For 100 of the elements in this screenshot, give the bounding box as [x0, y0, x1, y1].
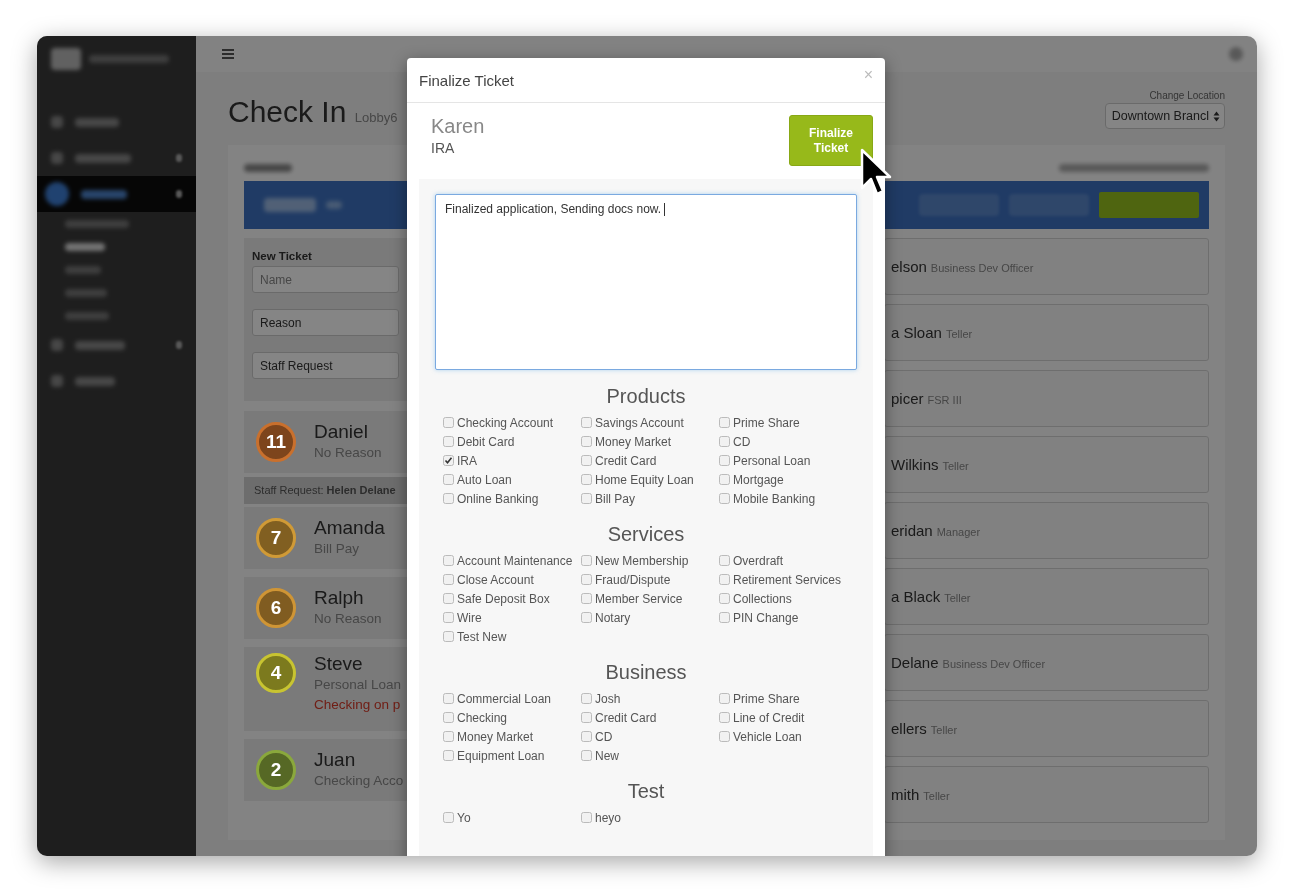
option-checkbox[interactable]: Prime Share — [719, 413, 857, 432]
blurred-text — [65, 311, 109, 320]
section-heading: Business — [604, 661, 688, 684]
staff-card[interactable]: a Sloan Teller — [884, 304, 1209, 361]
option-checkbox[interactable]: Bill Pay — [581, 489, 719, 508]
blurred-text — [65, 288, 107, 297]
chevron-icon — [176, 190, 182, 198]
option-checkbox[interactable]: CD — [719, 432, 857, 451]
blurred-text — [75, 340, 125, 350]
ticket-number: 11 — [256, 422, 296, 462]
ticket-number: 2 — [256, 750, 296, 790]
blurred-icon — [51, 152, 63, 164]
option-checkbox[interactable]: Mobile Banking — [719, 489, 857, 508]
customer-name: Daniel — [314, 421, 369, 443]
menu-icon[interactable] — [222, 49, 234, 59]
option-checkbox[interactable]: Test New — [443, 627, 581, 646]
staff-name: a Black — [891, 588, 941, 605]
option-checkbox[interactable]: Yo — [443, 808, 581, 827]
staff-name: a Sloan — [891, 324, 942, 341]
name-field[interactable]: Name — [252, 266, 399, 293]
blurred-text — [81, 189, 127, 199]
staff-card[interactable]: a Black Teller — [884, 568, 1209, 625]
ticket-note: Checking on p — [314, 696, 402, 714]
option-checkbox[interactable]: Vehicle Loan — [719, 727, 857, 746]
logo-icon — [51, 48, 81, 70]
option-checkbox[interactable]: Collections — [719, 589, 857, 608]
option-checkbox[interactable]: Home Equity Loan — [581, 470, 719, 489]
option-checkbox[interactable]: Overdraft — [719, 551, 857, 570]
staff-name: mith — [891, 786, 920, 803]
option-checkbox[interactable]: Money Market — [443, 727, 581, 746]
staff-role: Teller — [945, 328, 973, 340]
customer-name: Amanda — [314, 517, 385, 539]
option-checkbox[interactable]: Prime Share — [719, 689, 857, 708]
staff-role: Teller — [944, 592, 971, 604]
option-checkbox[interactable]: Fraud/Dispute — [581, 570, 719, 589]
chevron-icon — [176, 341, 182, 349]
blurred-text — [75, 376, 115, 386]
blurred-button[interactable] — [1099, 192, 1199, 218]
user-icon[interactable] — [1229, 47, 1243, 61]
option-checkbox[interactable]: Member Service — [581, 589, 719, 608]
location-select[interactable]: Downtown Brancl — [1104, 103, 1225, 129]
staff-card[interactable]: mith Teller — [884, 766, 1209, 823]
blurred-text — [65, 242, 105, 251]
chevron-icon — [176, 154, 182, 162]
option-checkbox[interactable]: CD — [581, 727, 719, 746]
option-checkbox[interactable]: Online Banking — [443, 489, 581, 508]
option-checkbox[interactable]: Account Maintenance — [443, 551, 581, 570]
option-checkbox[interactable]: Money Market — [581, 432, 719, 451]
notes-field[interactable]: Finalized application, Sending docs now. — [435, 194, 857, 370]
customer-name: Juan — [314, 749, 357, 771]
option-checkbox[interactable]: Auto Loan — [443, 470, 581, 489]
option-checkbox[interactable]: Credit Card — [581, 708, 719, 727]
blurred-icon — [45, 182, 69, 206]
ticket-product: IRA — [431, 140, 456, 156]
staff-role: Teller — [923, 790, 950, 802]
staff-name: Wilkins — [891, 456, 939, 473]
sidebar-item[interactable] — [37, 176, 196, 212]
option-checkbox[interactable]: Commercial Loan — [443, 689, 581, 708]
blurred-icon — [51, 339, 63, 351]
staff-name: picer — [891, 390, 924, 407]
option-checkbox[interactable]: Debit Card — [443, 432, 581, 451]
select-field[interactable]: Staff Request — [252, 352, 399, 379]
option-checkbox[interactable]: Equipment Loan — [443, 746, 581, 765]
sort-icon — [1213, 110, 1220, 122]
option-checkbox[interactable]: New — [581, 746, 719, 765]
option-checkbox[interactable]: Josh — [581, 689, 719, 708]
ticket-number: 4 — [256, 653, 296, 693]
option-checkbox[interactable]: Checking Account — [443, 413, 581, 432]
option-checkbox[interactable]: Wire — [443, 608, 581, 627]
select-field[interactable]: Reason — [252, 309, 399, 336]
staff-role: Business Dev Officer — [930, 262, 1034, 274]
option-checkbox[interactable]: New Membership — [581, 551, 719, 570]
option-checkbox[interactable]: heyo — [581, 808, 719, 827]
option-checkbox[interactable]: Retirement Services — [719, 570, 857, 589]
option-checkbox[interactable]: Mortgage — [719, 470, 857, 489]
dialog-title: Finalize Ticket — [419, 71, 515, 89]
option-checkbox[interactable]: Notary — [581, 608, 719, 627]
option-checkbox[interactable]: Personal Loan — [719, 451, 857, 470]
option-checkbox[interactable]: Close Account — [443, 570, 581, 589]
staff-card[interactable]: elson Business Dev Officer — [884, 238, 1209, 295]
staff-name: elson — [891, 258, 927, 275]
option-checkbox[interactable]: IRA — [443, 451, 581, 470]
staff-name: ellers — [891, 720, 927, 737]
option-checkbox[interactable]: Line of Credit — [719, 708, 857, 727]
staff-name: eridan — [891, 522, 933, 539]
blurred-text — [65, 219, 129, 228]
option-checkbox[interactable]: Credit Card — [581, 451, 719, 470]
form-heading: New Ticket — [252, 250, 313, 262]
location-label: Change Location — [1149, 90, 1225, 101]
blurred-icon — [51, 375, 63, 387]
staff-name: Delane — [891, 654, 939, 671]
ticket-number: 6 — [256, 588, 296, 628]
staff-card[interactable]: eridan Manager — [884, 502, 1209, 559]
option-checkbox[interactable]: Safe Deposit Box — [443, 589, 581, 608]
blurred-text — [264, 198, 316, 212]
option-checkbox[interactable]: Checking — [443, 708, 581, 727]
option-checkbox[interactable]: PIN Change — [719, 608, 857, 627]
option-checkbox[interactable]: Savings Account — [581, 413, 719, 432]
blurred-text — [326, 201, 342, 209]
ticket-number: 7 — [256, 518, 296, 558]
